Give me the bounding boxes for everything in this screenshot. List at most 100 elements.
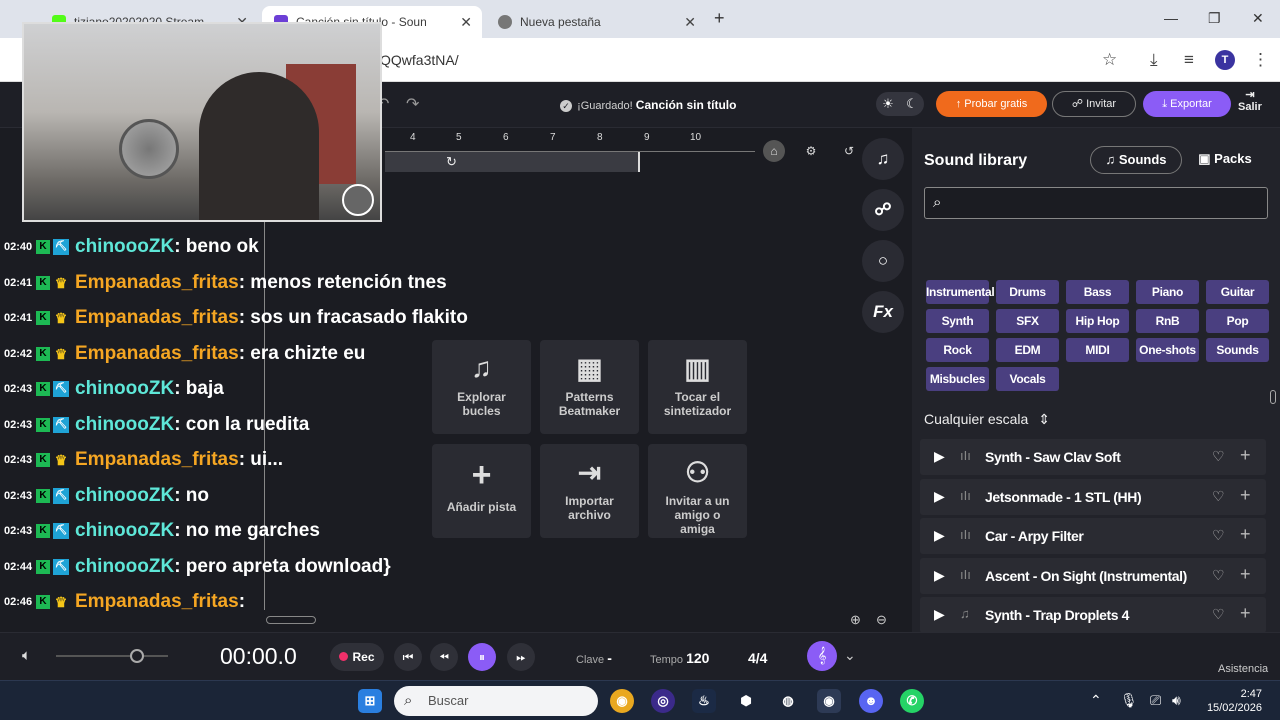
chat-username[interactable]: chinoooZK: [75, 378, 174, 400]
category-chip[interactable]: Vocals: [996, 367, 1059, 391]
category-chip[interactable]: EDM: [996, 338, 1059, 362]
packs-tab[interactable]: ▣ Packs: [1190, 146, 1260, 174]
tab-new[interactable]: Nueva pestaña ✕: [486, 6, 706, 38]
rewind-button[interactable]: ⏪︎: [430, 643, 458, 671]
chat-username[interactable]: chinoooZK: [75, 520, 174, 542]
heart-icon[interactable]: ♡: [1212, 567, 1225, 584]
play-icon[interactable]: ▶: [934, 448, 945, 465]
heart-icon[interactable]: ♡: [1212, 448, 1225, 465]
discord-icon[interactable]: ☻: [859, 689, 883, 713]
download-icon[interactable]: ⤓: [1150, 50, 1158, 70]
category-chip[interactable]: RnB: [1136, 309, 1199, 333]
add-icon[interactable]: +: [1240, 445, 1251, 466]
time-signature[interactable]: 4/4: [748, 650, 767, 666]
metronome-button[interactable]: 𝄞: [807, 641, 837, 671]
url-text[interactable]: QQwfa3tNA/: [380, 52, 459, 68]
recorder-icon[interactable]: ◍: [776, 689, 800, 713]
fast-forward-button[interactable]: ⏩︎: [507, 643, 535, 671]
sound-library-button[interactable]: ♫: [862, 138, 904, 180]
minimize-icon[interactable]: —: [1164, 10, 1178, 26]
sound-list-item[interactable]: ▶ ♫ Synth - Trap Droplets 4 ♡ +: [920, 597, 1266, 634]
chevron-down-icon[interactable]: ⌄: [844, 647, 856, 664]
key-control[interactable]: Clave -: [576, 650, 612, 666]
chrome-icon[interactable]: ◉: [610, 689, 634, 713]
song-title[interactable]: Canción sin título: [636, 98, 737, 112]
tempo-control[interactable]: Tempo 120: [650, 650, 709, 666]
sound-list-item[interactable]: ▶ ıIı Jetsonmade - 1 STL (HH) ♡ +: [920, 478, 1266, 515]
sound-list-item[interactable]: ▶ ıIı Synth - Saw Clav Soft ♡ +: [920, 439, 1266, 475]
obs-icon[interactable]: ◎: [651, 689, 675, 713]
microphone-icon[interactable]: 🎙︎: [1120, 692, 1138, 709]
close-window-icon[interactable]: ✕: [1252, 10, 1264, 27]
category-chip[interactable]: Bass: [1066, 280, 1129, 304]
chat-username[interactable]: chinoooZK: [75, 556, 174, 578]
chat-username[interactable]: Empanadas_fritas: [75, 307, 239, 329]
explore-loops-card[interactable]: ♫ Explorar bucles: [432, 340, 531, 434]
network-icon[interactable]: ⎚: [1150, 692, 1161, 709]
chat-username[interactable]: Empanadas_fritas: [75, 272, 239, 294]
category-chip[interactable]: Rock: [926, 338, 989, 362]
volume-knob[interactable]: [130, 649, 144, 663]
add-icon[interactable]: +: [1240, 524, 1251, 545]
close-tab-icon[interactable]: ✕: [460, 14, 472, 31]
star-icon[interactable]: ☆: [1102, 50, 1117, 70]
theme-toggle[interactable]: ☀ ☾: [876, 92, 924, 116]
volume-slider[interactable]: [56, 655, 168, 657]
add-track-card[interactable]: + Añadir pista: [432, 444, 531, 538]
loop-icon[interactable]: ↻: [446, 154, 457, 170]
chat-username[interactable]: Empanadas_fritas: [75, 449, 239, 471]
export-button[interactable]: ⤓ Exportar: [1143, 91, 1231, 117]
add-icon[interactable]: +: [1240, 564, 1251, 585]
timeline-ruler[interactable]: 4 5 6 7 8 9 10: [385, 132, 755, 152]
tray-chevron-icon[interactable]: ⌃: [1090, 692, 1102, 709]
scale-select[interactable]: Cualquier escala ⇕: [924, 411, 1050, 428]
play-icon[interactable]: ▶: [934, 606, 945, 623]
app-icon[interactable]: ⬢: [734, 689, 758, 713]
play-synth-card[interactable]: ▥ Tocar el sintetizador: [648, 340, 747, 434]
invite-friend-card[interactable]: ⚇ Invitar a un amigo o amiga: [648, 444, 747, 538]
play-icon[interactable]: ▶: [934, 527, 945, 544]
new-tab-icon[interactable]: +: [714, 8, 725, 29]
play-icon[interactable]: ▶: [934, 488, 945, 505]
snap-icon[interactable]: ⌂: [763, 140, 785, 162]
exit-button[interactable]: ⇥ Salir: [1238, 88, 1262, 113]
chrome-active-icon[interactable]: ◉: [817, 689, 841, 713]
settings-icon[interactable]: ⚙: [800, 140, 822, 162]
chat-username[interactable]: chinoooZK: [75, 485, 174, 507]
windows-start-icon[interactable]: ⊞: [358, 689, 382, 713]
speaker-icon[interactable]: 🔊︎: [1172, 692, 1181, 709]
category-chip[interactable]: Misbucles: [926, 367, 989, 391]
taskbar-search[interactable]: ⌕ Buscar: [394, 686, 598, 716]
category-chip[interactable]: Pop: [1206, 309, 1269, 333]
chat-username[interactable]: chinoooZK: [75, 414, 174, 436]
category-chip[interactable]: Sounds: [1206, 338, 1269, 362]
loop-toggle-icon[interactable]: ↺: [838, 140, 860, 162]
category-chip[interactable]: Piano: [1136, 280, 1199, 304]
skip-start-button[interactable]: ⏮︎: [394, 643, 422, 671]
import-file-card[interactable]: ⇥ Importar archivo: [540, 444, 639, 538]
sounds-tab[interactable]: ♫ Sounds: [1090, 146, 1182, 174]
zoom-out-icon[interactable]: ⊖: [876, 612, 887, 628]
chat-username[interactable]: Empanadas_fritas: [75, 343, 239, 365]
sound-list-item[interactable]: ▶ ıIı Ascent - On Sight (Instrumental) ♡ +: [920, 557, 1266, 594]
pause-button[interactable]: ⏸︎: [468, 643, 496, 671]
category-chip[interactable]: MIDI: [1066, 338, 1129, 362]
sun-icon[interactable]: ☀: [882, 96, 894, 112]
loop-region[interactable]: [385, 152, 640, 172]
category-chip[interactable]: Instrumental: [926, 280, 995, 304]
collab-button[interactable]: ☍: [862, 189, 904, 231]
heart-icon[interactable]: ♡: [1212, 527, 1225, 544]
redo-icon[interactable]: ↷: [406, 94, 419, 114]
heart-icon[interactable]: ♡: [1212, 488, 1225, 505]
zoom-in-icon[interactable]: ⊕: [850, 612, 861, 628]
try-free-button[interactable]: ↑ Probar gratis: [936, 91, 1047, 117]
taskbar-clock[interactable]: 2:47 15/02/2026: [1204, 687, 1262, 715]
chat-button[interactable]: ○: [862, 240, 904, 282]
category-chip[interactable]: Synth: [926, 309, 989, 333]
help-link[interactable]: Asistencia: [1218, 663, 1268, 675]
menu-icon[interactable]: ⋮: [1252, 50, 1269, 70]
category-chip[interactable]: Drums: [996, 280, 1059, 304]
steam-icon[interactable]: ♨: [692, 689, 716, 713]
category-chip[interactable]: One-shots: [1136, 338, 1199, 362]
add-icon[interactable]: +: [1240, 485, 1251, 506]
